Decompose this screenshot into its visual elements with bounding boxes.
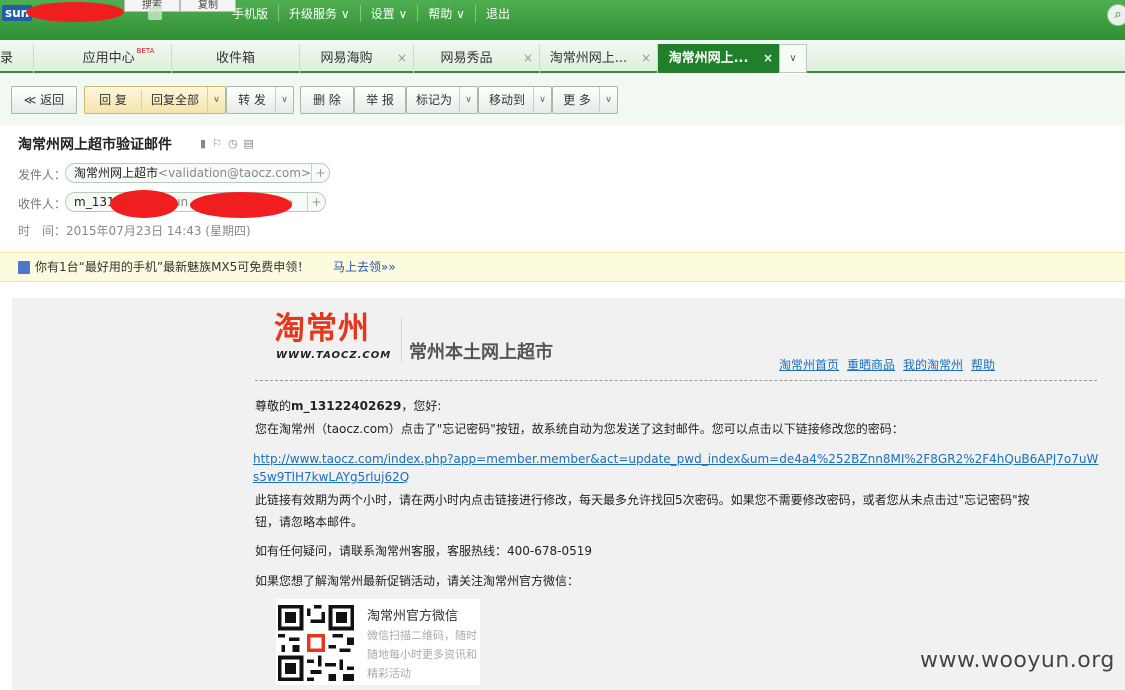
time-value: 2015年07月23日 14:43 (星期四): [66, 224, 251, 238]
tabs-more-button[interactable]: ∨: [779, 44, 807, 73]
time-row: 时 间：2015年07月23日 14:43 (星期四): [18, 222, 251, 239]
nav-logout[interactable]: 退出: [474, 5, 520, 22]
body-line-2b: 钮，请忽略本邮件。: [255, 515, 364, 529]
taocz-logo[interactable]: 淘常州 WWW.TAOCZ.COM: [274, 310, 394, 364]
mail-icon[interactable]: [148, 6, 162, 20]
redaction-mark: [26, 2, 124, 22]
promo-text: 你有1台“最好用的手机”最新魅族MX5可免费申领！: [35, 260, 310, 274]
divider: [255, 380, 1097, 381]
reply-group: 回 复 回复全部 ∨: [84, 86, 226, 114]
link-reviews[interactable]: 重晒商品: [847, 356, 895, 373]
more-button[interactable]: 更 多 ∨: [552, 86, 618, 114]
redaction-mark: [190, 192, 292, 218]
tab-netease-haigou[interactable]: 网易海购 ×: [300, 44, 414, 73]
nav-mobile[interactable]: 手机版: [222, 5, 278, 22]
mail-toolbar: ≪ 返回 回 复 回复全部 ∨ 转 发 ∨ 删 除 举 报 标记为 ∨ 移动到 ∨ …: [0, 75, 1125, 125]
back-button[interactable]: ≪ 返回: [11, 86, 77, 114]
chevron-down-icon: ∨: [456, 7, 465, 21]
close-icon[interactable]: ×: [397, 44, 407, 73]
chevron-down-icon: ∨: [599, 87, 617, 113]
body-line-4: 如果您想了解淘常州最新促销活动，请关注淘常州官方微信：: [255, 574, 580, 588]
subject-actions: ▮ ⚐ ◷ ▤: [200, 137, 254, 150]
chevron-down-icon: ∨: [340, 7, 350, 21]
wechat-title: 淘常州官方微信: [367, 609, 459, 624]
tab-taocz-1[interactable]: 淘常州网上... ×: [540, 44, 658, 73]
link-home[interactable]: 淘常州首页: [779, 356, 839, 373]
redaction-mark: [110, 190, 178, 218]
promo-bar: 你有1台“最好用的手机”最新魅族MX5可免费申领！ 马上去领»»: [0, 252, 1125, 282]
slogan: 常州本土网上超市: [409, 342, 553, 363]
clock-icon[interactable]: ◷: [228, 137, 238, 150]
email-subject: 淘常州网上超市验证邮件: [18, 137, 172, 153]
phone-icon: [18, 261, 30, 274]
divider: [401, 318, 402, 362]
delete-button[interactable]: 删 除: [300, 86, 354, 114]
body-line-2a: 此链接有效期为两个小时，请在两小时内点击链接进行修改，每天最多允许找回5次密码。…: [255, 493, 1030, 507]
link-help[interactable]: 帮助: [971, 356, 995, 373]
add-contact-icon[interactable]: +: [311, 164, 329, 182]
tab-netease-xiupin[interactable]: 网易秀品 ×: [414, 44, 540, 73]
tab-inbox[interactable]: 收件箱: [172, 44, 300, 73]
chevron-down-icon: ∨: [789, 53, 797, 64]
to-label: 收件人：: [18, 197, 67, 211]
logo-text: 淘常州: [274, 311, 370, 347]
flag-icon[interactable]: ⚐: [212, 137, 222, 150]
beta-badge: BETA: [136, 47, 155, 55]
watermark: www.wooyun.org: [920, 648, 1115, 673]
tab-app-center[interactable]: 应用中心 BETA: [66, 44, 172, 73]
tab-partial[interactable]: 录: [0, 44, 34, 73]
greeting: 尊敬的m_13122402629，您好:: [255, 399, 442, 413]
close-icon[interactable]: ×: [523, 44, 533, 73]
close-icon[interactable]: ×: [641, 44, 651, 73]
nav-upgrade[interactable]: 升级服务 ∨: [278, 5, 360, 22]
reset-password-link[interactable]: http://www.taocz.com/index.php?app=membe…: [253, 450, 1101, 486]
tab-taocz-active[interactable]: 淘常州网上... ×: [658, 44, 779, 73]
reply-button[interactable]: 回 复: [85, 87, 141, 113]
recipient-prefix: m_131: [74, 195, 115, 209]
wechat-description: 微信扫描二维码，随时随地每小时更多资讯和精彩活动: [367, 629, 477, 680]
close-icon[interactable]: ×: [763, 44, 773, 73]
sender-name: 淘常州网上超市: [74, 166, 159, 180]
logo-url: WWW.TAOCZ.COM: [276, 350, 392, 361]
chevron-down-icon: ∨: [459, 87, 477, 113]
reply-all-dropdown[interactable]: ∨: [207, 87, 225, 113]
move-to-button[interactable]: 移动到 ∨: [478, 86, 552, 114]
add-contact-icon[interactable]: +: [307, 193, 325, 211]
sender-chip[interactable]: 淘常州网上超市<validation@taocz.com> +: [65, 163, 330, 183]
report-button[interactable]: 举 报: [354, 86, 406, 114]
bookmark-icon[interactable]: ▮: [200, 137, 206, 150]
shop-nav: 淘常州首页 重晒商品 我的淘常州 帮助: [779, 356, 995, 373]
nav-settings[interactable]: 设置 ∨: [359, 5, 418, 22]
chevron-down-icon: ∨: [533, 87, 551, 113]
time-label: 时 间：: [18, 224, 67, 238]
forward-dropdown[interactable]: ∨: [275, 87, 293, 113]
print-icon[interactable]: ▤: [244, 137, 254, 150]
mark-as-button[interactable]: 标记为 ∨: [406, 86, 478, 114]
qr-code-icon: [278, 605, 354, 681]
top-nav: 手机版 升级服务 ∨ 设置 ∨ 帮助 ∨ 退出: [222, 5, 520, 22]
link-my-taocz[interactable]: 我的淘常州: [903, 356, 963, 373]
nav-help[interactable]: 帮助 ∨: [417, 5, 475, 22]
search-icon[interactable]: ⌕: [1107, 4, 1125, 26]
top-bar: sun 搜索 复制 手机版 升级服务 ∨ 设置 ∨ 帮助 ∨ 退出 ⌕: [0, 0, 1125, 40]
body-line-1: 您在淘常州（taocz.com）点击了"忘记密码"按钮，故系统自动为您发送了这封…: [255, 422, 904, 436]
tab-bar: 录 应用中心 BETA 收件箱 网易海购 × 网易秀品 × 淘常州网上... × 淘常州…: [0, 40, 1125, 73]
promo-link[interactable]: 马上去领»»: [333, 253, 396, 281]
username: m_13122402629: [291, 399, 402, 413]
chevron-down-icon: ∨: [398, 7, 408, 21]
forward-group: 转 发 ∨: [226, 86, 294, 114]
reply-all-button[interactable]: 回复全部: [142, 87, 208, 113]
sender-email: <validation@taocz.com>: [158, 166, 311, 180]
forward-button[interactable]: 转 发: [227, 87, 277, 113]
wechat-card: 淘常州官方微信 微信扫描二维码，随时随地每小时更多资讯和精彩活动: [276, 599, 480, 685]
body-line-3: 如有任何疑问，请联系淘常州客服，客服热线：400-678-0519: [255, 544, 593, 558]
from-label: 发件人：: [18, 168, 67, 182]
